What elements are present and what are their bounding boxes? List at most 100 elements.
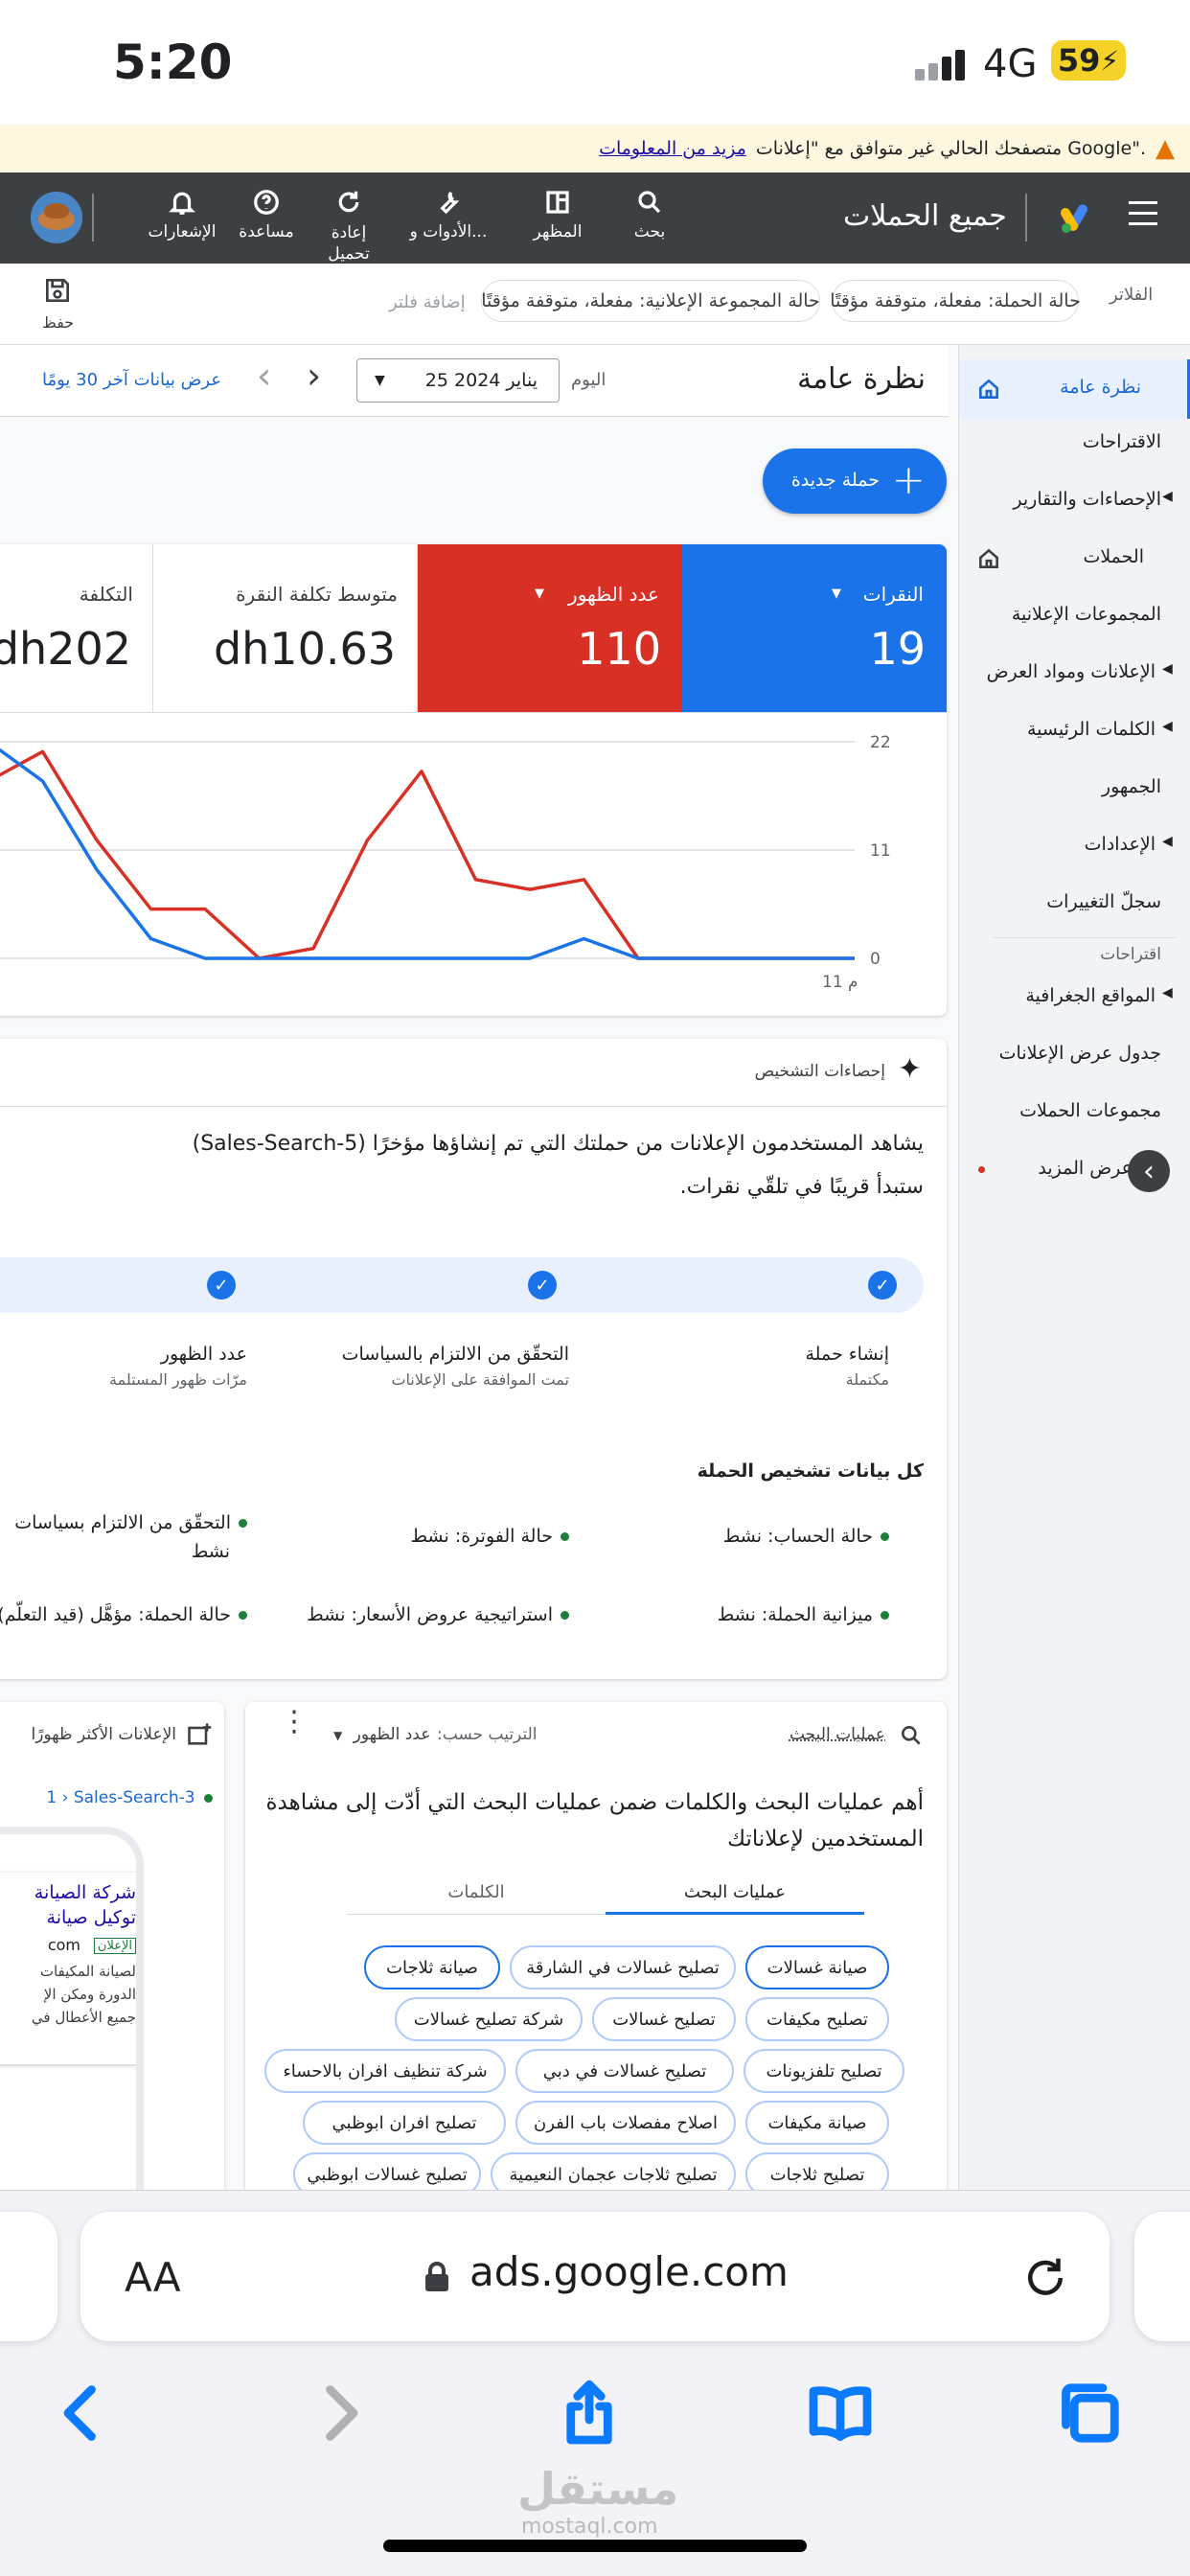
next-tab-peek[interactable] [1134, 2212, 1190, 2341]
new-campaign-button[interactable]: + حملة جديدة [763, 448, 947, 514]
expand-arrow-icon: ◀ [1162, 719, 1173, 734]
ad-campaign-breadcrumb[interactable]: 1 › Sales-Search-3 [46, 1788, 213, 1807]
search-term-chip[interactable]: صيانة مكيفات [745, 2101, 889, 2145]
date-range-picker[interactable]: 25 يناير 2024 ▼ [356, 358, 560, 402]
sidebar-nav: نظرة عامة الاقتراحات الإحصاءات والتقارير… [958, 345, 1190, 2190]
metric-clicks[interactable]: النقرات ▼ 19 [682, 544, 947, 712]
status-dot [239, 1518, 247, 1528]
ad-preview[interactable]: شركة الصيانة توكيل صيانة الإعلان com لصي… [0, 1873, 136, 2064]
address-bar[interactable]: AA ads.google.com [80, 2212, 1110, 2341]
sidebar-item-insights-reports[interactable]: الإحصاءات والتقارير [1013, 489, 1161, 510]
previous-period-button[interactable]: ‹ [257, 355, 271, 397]
search-term-chip[interactable]: تصليح ثلاجات عجمان النعيمية [491, 2152, 736, 2190]
sidebar-item-ad-groups[interactable]: المجموعات الإعلانية [1012, 604, 1161, 625]
status-dot [204, 1794, 213, 1803]
search-term-chip[interactable]: شركة تنظيف افران بالاحساء [264, 2049, 506, 2093]
lock-icon [425, 2262, 448, 2291]
breadcrumb-campaign: Sales-Search-3 [73, 1788, 195, 1807]
search-term-chip[interactable]: تصليح غسالات في الشارقة [510, 1945, 736, 1990]
phone-mockup: شركة الصيانة توكيل صيانة الإعلان com لصي… [0, 1827, 144, 2190]
app-header: جميع الحملات بحث المظهر الأدوات و... إعا… [0, 172, 1190, 264]
watermark: مستقل [517, 2463, 678, 2515]
search-term-chip[interactable]: تصليح ثلاجات [745, 2152, 889, 2190]
diagnostic-campaign-status: حالة الحملة: مؤهَّل (قيد التعلّم) [0, 1604, 247, 1625]
search-term-chip[interactable]: اصلاح مفصلات باب الفرن [515, 2101, 736, 2145]
search-term-chip[interactable]: صيانة غسالات [745, 1945, 889, 1990]
reload-icon[interactable] [1019, 2252, 1071, 2304]
sidebar-item-overview[interactable]: نظرة عامة [959, 359, 1190, 419]
ad-badge: الإعلان [93, 1938, 136, 1954]
account-avatar[interactable] [31, 192, 82, 243]
refresh-icon [338, 191, 359, 213]
diagnostic-policy-check: التحقّق من الالتزام بسياسات [14, 1512, 247, 1533]
ad-description: جميع الأعطال في [31, 2009, 136, 2026]
appearance-label: المظهر [533, 222, 583, 242]
metric-cost[interactable]: التكلفة dh202 [0, 544, 153, 712]
last-30-days-link[interactable]: عرض بيانات آخر 30 يومًا [42, 370, 221, 390]
diagnostic-text: حالة الفوترة: نشط [410, 1526, 553, 1547]
sidebar-item-show-more[interactable]: عرض المزيد [1038, 1158, 1133, 1179]
sidebar-item-ad-schedule[interactable]: جدول عرض الإعلانات [999, 1043, 1161, 1064]
notifications-button[interactable]: الإشعارات [134, 182, 230, 242]
sidebar-item-recommendations[interactable]: الاقتراحات [1083, 431, 1161, 452]
charging-bolt-icon: ⚡ [1100, 44, 1120, 77]
ad-display-url: com [47, 1936, 80, 1954]
search-term-chip[interactable]: تصليح مكيفات [745, 1997, 889, 2041]
learn-more-link[interactable]: مزيد من المعلومات [599, 138, 746, 159]
appearance-button[interactable]: المظهر [510, 182, 606, 242]
previous-tab-peek[interactable] [0, 2212, 57, 2341]
tabs-button[interactable] [1046, 2375, 1133, 2451]
network-type: 4G [983, 42, 1038, 86]
url-text: ads.google.com [469, 2248, 789, 2295]
metric-label: عدد الظهور [568, 583, 659, 606]
search-term-chip[interactable]: تصليح تلفزيونات [744, 2049, 904, 2093]
add-filter-button[interactable]: إضافة فلتر [389, 292, 466, 312]
menu-icon[interactable] [1129, 201, 1157, 225]
back-button[interactable] [38, 2375, 125, 2451]
add-ad-icon[interactable] [186, 1721, 213, 1748]
sidebar-item-change-history[interactable]: سجلّ التغييرات [1046, 891, 1161, 912]
diagnostics-header: إحصاءات التشخيص [754, 1062, 885, 1081]
search-term-chip[interactable]: شركة تصليح غسالات [395, 1997, 583, 2041]
search-term-chip[interactable]: صيانة ثلاجات [364, 1945, 500, 1990]
ad-headline-2: توكيل صيانة [46, 1907, 136, 1928]
bookmarks-button[interactable] [797, 2375, 883, 2451]
collapse-sidebar-button[interactable]: ‹ [1128, 1150, 1170, 1192]
browser-warning-banner: مزيد من المعلومات متصفحك الحالي غير متوا… [0, 125, 1190, 172]
check-icon: ✓ [528, 1271, 557, 1300]
book-icon [809, 2386, 872, 2441]
adgroup-status-filter-chip[interactable]: حالة المجموعة الإعلانية: مفعلة، متوقفة م… [481, 280, 820, 322]
search-button[interactable]: بحث [602, 182, 698, 242]
tabs-icon [1062, 2383, 1119, 2443]
sidebar-item-keywords[interactable]: الكلمات الرئيسية [1027, 719, 1156, 740]
all-diagnostics-title: كل بيانات تشخيص الحملة [697, 1460, 924, 1482]
search-term-chip[interactable]: تصليح غسالات ابوظبي [293, 2152, 481, 2190]
next-period-button[interactable]: › [307, 355, 321, 397]
search-term-chip[interactable]: تصليح غسالات [592, 1997, 736, 2041]
sidebar-item-campaign-groups[interactable]: مجموعات الحملات [1019, 1100, 1161, 1121]
metric-impressions[interactable]: عدد الظهور ▼ 110 [418, 544, 682, 712]
sidebar-item-settings[interactable]: الإعدادات [1085, 834, 1156, 855]
search-term-chip[interactable]: تصليح افران ابوظبي [303, 2101, 506, 2145]
metric-value: dh202 [0, 623, 131, 675]
status-dot [561, 1531, 569, 1541]
status-dot [239, 1610, 247, 1620]
save-icon[interactable] [42, 275, 73, 306]
warning-icon: ▲ [1156, 134, 1175, 163]
tools-button[interactable]: الأدوات و... [400, 182, 496, 242]
sidebar-item-locations[interactable]: المواقع الجغرافية [1025, 985, 1156, 1006]
sidebar-item-campaigns[interactable]: الحملات [1083, 546, 1144, 567]
help-button[interactable]: مساعدة [218, 182, 314, 242]
step-subtitle: مرّات ظهور المستلمة [109, 1370, 247, 1389]
forward-button[interactable] [297, 2375, 383, 2451]
diagnostic-policy-status: نشط [191, 1541, 230, 1562]
reload-button[interactable]: إعادة تحميل [301, 182, 397, 264]
search-term-chip[interactable]: تصليح غسالات في دبي [515, 2049, 734, 2093]
sidebar-item-ads-assets[interactable]: الإعلانات ومواد العرض [987, 661, 1156, 682]
y-tick-label: 22 [870, 733, 891, 752]
campaign-status-filter-chip[interactable]: حالة الحملة: مفعلة، متوقفة مؤقتًا [830, 280, 1081, 322]
share-button[interactable] [546, 2375, 632, 2451]
metric-avg-cpc[interactable]: متوسط تكلفة النقرة dh10.63 [153, 544, 418, 712]
sidebar-item-audience[interactable]: الجمهور [1102, 776, 1161, 797]
text-size-button[interactable]: AA [125, 2254, 181, 2301]
